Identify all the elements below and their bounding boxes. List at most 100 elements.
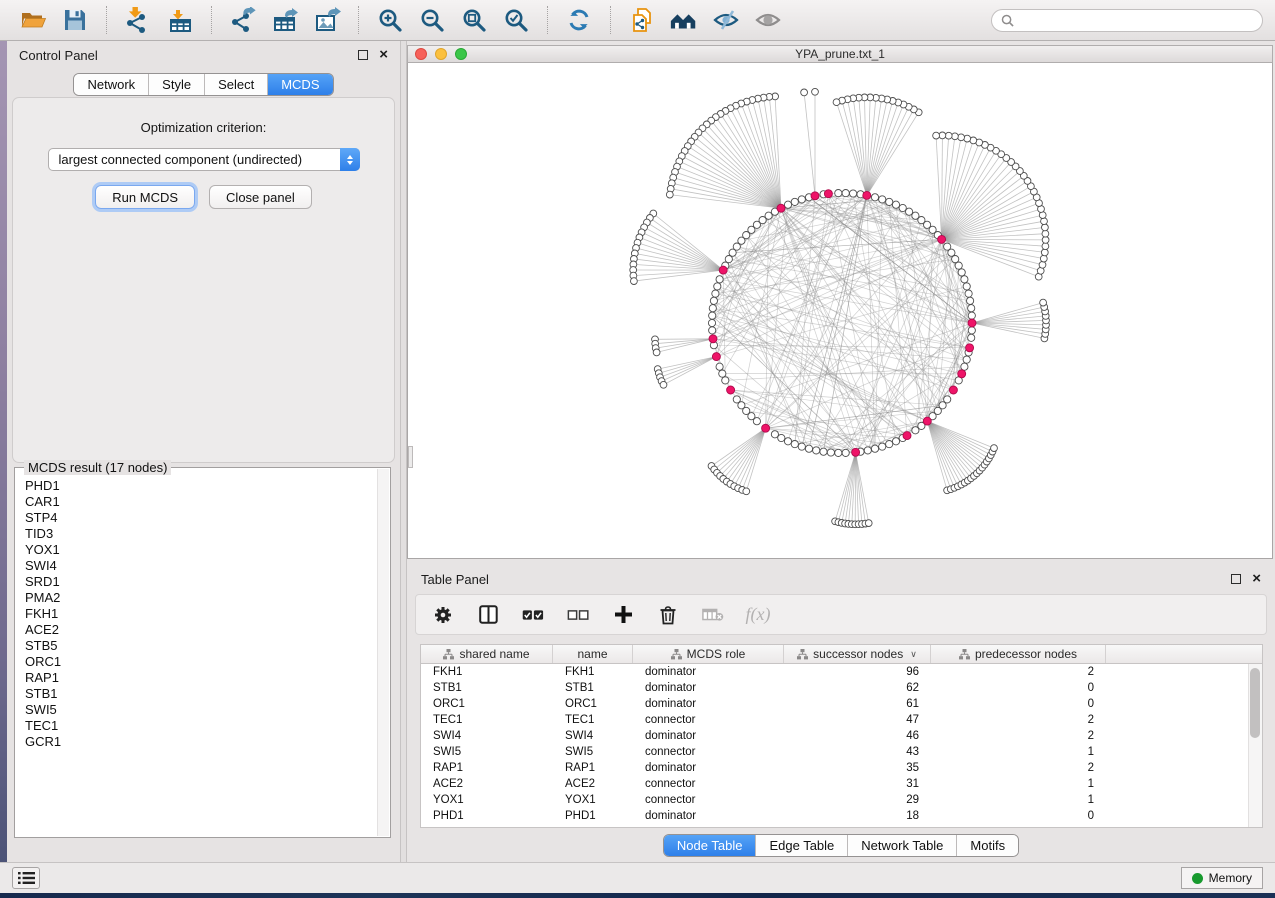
- add-column-icon[interactable]: [612, 604, 634, 626]
- mcds-result-item[interactable]: YOX1: [25, 542, 380, 558]
- network-window-titlebar[interactable]: YPA_prune.txt_1: [407, 45, 1273, 63]
- mcds-result-item[interactable]: GCR1: [25, 734, 380, 750]
- global-search-field[interactable]: [991, 9, 1263, 32]
- toolbar-separator: [547, 6, 548, 34]
- column-selector-icon[interactable]: [477, 604, 499, 626]
- deselect-all-icon[interactable]: [567, 604, 589, 626]
- table-row[interactable]: TEC1TEC1connector472: [421, 712, 1262, 728]
- column-header-name[interactable]: name: [553, 645, 633, 663]
- search-input[interactable]: [1019, 13, 1253, 27]
- table-row[interactable]: SWI4SWI4dominator462: [421, 728, 1262, 744]
- mcds-result-item[interactable]: SRD1: [25, 574, 380, 590]
- mcds-result-item[interactable]: TID3: [25, 526, 380, 542]
- cell-mcds-role: dominator: [633, 666, 784, 678]
- save-icon[interactable]: [60, 5, 90, 35]
- mcds-result-list[interactable]: PHD1CAR1STP4TID3YOX1SWI4SRD1PMA2FKH1ACE2…: [15, 468, 390, 750]
- open-folder-icon[interactable]: [18, 5, 48, 35]
- mcds-result-item[interactable]: SWI4: [25, 558, 380, 574]
- column-header-successor-nodes[interactable]: successor nodes∨: [784, 645, 931, 663]
- graph-nodes[interactable]: [630, 88, 1050, 527]
- optimization-criterion-label: Optimization criterion:: [13, 120, 394, 135]
- table-row[interactable]: ORC1ORC1dominator610: [421, 696, 1262, 712]
- run-mcds-button[interactable]: Run MCDS: [95, 185, 195, 209]
- zoom-out-icon[interactable]: [417, 5, 447, 35]
- mcds-result-item[interactable]: ORC1: [25, 654, 380, 670]
- zoom-in-icon[interactable]: [375, 5, 405, 35]
- table-row[interactable]: PHD1PHD1dominator180: [421, 808, 1262, 824]
- tab-network-table[interactable]: Network Table: [847, 835, 956, 856]
- table-row[interactable]: ACE2ACE2connector311: [421, 776, 1262, 792]
- cell-mcds-role: dominator: [633, 810, 784, 822]
- column-header-mcds-role[interactable]: MCDS role: [633, 645, 784, 663]
- mcds-result-item[interactable]: PHD1: [25, 478, 380, 494]
- float-panel-icon[interactable]: [358, 50, 368, 60]
- mcds-result-item[interactable]: ACE2: [25, 622, 380, 638]
- panel-splitter[interactable]: [400, 41, 407, 862]
- tab-motifs[interactable]: Motifs: [956, 835, 1018, 856]
- tab-mcds[interactable]: MCDS: [267, 74, 332, 95]
- cell-mcds-role: dominator: [633, 698, 784, 710]
- criterion-dropdown[interactable]: largest connected component (undirected): [48, 148, 360, 171]
- cell-successor-nodes: 31: [784, 778, 931, 790]
- refresh-layout-icon[interactable]: [564, 5, 594, 35]
- column-header-predecessor-nodes[interactable]: predecessor nodes: [931, 645, 1106, 663]
- mcds-result-item[interactable]: PMA2: [25, 590, 380, 606]
- mcds-result-item[interactable]: FKH1: [25, 606, 380, 622]
- table-scrollbar-thumb[interactable]: [1250, 668, 1260, 738]
- mcds-result-item[interactable]: TEC1: [25, 718, 380, 734]
- close-table-panel-icon[interactable]: ×: [1252, 574, 1261, 584]
- desktop-background-bottom: [0, 893, 1275, 898]
- duplicate-network-icon[interactable]: [627, 5, 657, 35]
- cell-name: ACE2: [553, 778, 633, 790]
- table-row[interactable]: RAP1RAP1dominator352: [421, 760, 1262, 776]
- column-header-shared-name[interactable]: shared name: [421, 645, 553, 663]
- close-panel-button[interactable]: Close panel: [209, 185, 312, 209]
- network-graph[interactable]: [408, 63, 1272, 557]
- table-row[interactable]: SWI5SWI5connector431: [421, 744, 1262, 760]
- mcds-list-scrollbar[interactable]: [377, 469, 389, 836]
- node-table: shared namenameMCDS rolesuccessor nodes∨…: [420, 644, 1263, 828]
- float-table-panel-icon[interactable]: [1231, 574, 1241, 584]
- table-row[interactable]: STB1STB1dominator620: [421, 680, 1262, 696]
- export-table-icon[interactable]: [270, 5, 300, 35]
- table-row[interactable]: FKH1FKH1dominator962: [421, 664, 1262, 680]
- zoom-fit-icon[interactable]: [459, 5, 489, 35]
- task-history-button[interactable]: [12, 867, 40, 889]
- import-network-icon[interactable]: [123, 5, 153, 35]
- zoom-selected-icon[interactable]: [501, 5, 531, 35]
- tab-edge-table[interactable]: Edge Table: [755, 835, 847, 856]
- tab-node-table[interactable]: Node Table: [664, 835, 756, 856]
- search-all-networks-icon[interactable]: [669, 5, 699, 35]
- table-scrollbar[interactable]: [1248, 664, 1262, 827]
- cell-mcds-role: dominator: [633, 730, 784, 742]
- select-all-icon[interactable]: [522, 604, 544, 626]
- import-table-icon[interactable]: [165, 5, 195, 35]
- tab-style[interactable]: Style: [148, 74, 204, 95]
- cell-successor-nodes: 96: [784, 666, 931, 678]
- mcds-result-item[interactable]: STP4: [25, 510, 380, 526]
- canvas-splitter-handle[interactable]: [408, 446, 413, 468]
- network-canvas[interactable]: [407, 63, 1273, 559]
- delete-column-trash-icon[interactable]: [657, 604, 679, 626]
- mcds-tab-content: Optimization criterion: largest connecte…: [12, 97, 395, 463]
- tab-select[interactable]: Select: [204, 74, 267, 95]
- hide-selected-eye-slash-icon[interactable]: [711, 5, 741, 35]
- close-panel-icon[interactable]: ×: [379, 50, 388, 60]
- mcds-result-item[interactable]: STB1: [25, 686, 380, 702]
- cell-predecessor-nodes: 0: [931, 698, 1106, 710]
- cell-successor-nodes: 46: [784, 730, 931, 742]
- table-panel: Table Panel ×: [407, 565, 1275, 858]
- export-image-icon[interactable]: [312, 5, 342, 35]
- cell-shared-name: TEC1: [421, 714, 553, 726]
- tab-network[interactable]: Network: [74, 74, 148, 95]
- settings-gear-icon[interactable]: [432, 604, 454, 626]
- memory-button[interactable]: Memory: [1181, 867, 1263, 889]
- mcds-result-item[interactable]: SWI5: [25, 702, 380, 718]
- export-network-icon[interactable]: [228, 5, 258, 35]
- mcds-result-item[interactable]: CAR1: [25, 494, 380, 510]
- table-row[interactable]: YOX1YOX1connector291: [421, 792, 1262, 808]
- cell-shared-name: RAP1: [421, 762, 553, 774]
- column-type-icon: [797, 649, 808, 660]
- mcds-result-item[interactable]: STB5: [25, 638, 380, 654]
- mcds-result-item[interactable]: RAP1: [25, 670, 380, 686]
